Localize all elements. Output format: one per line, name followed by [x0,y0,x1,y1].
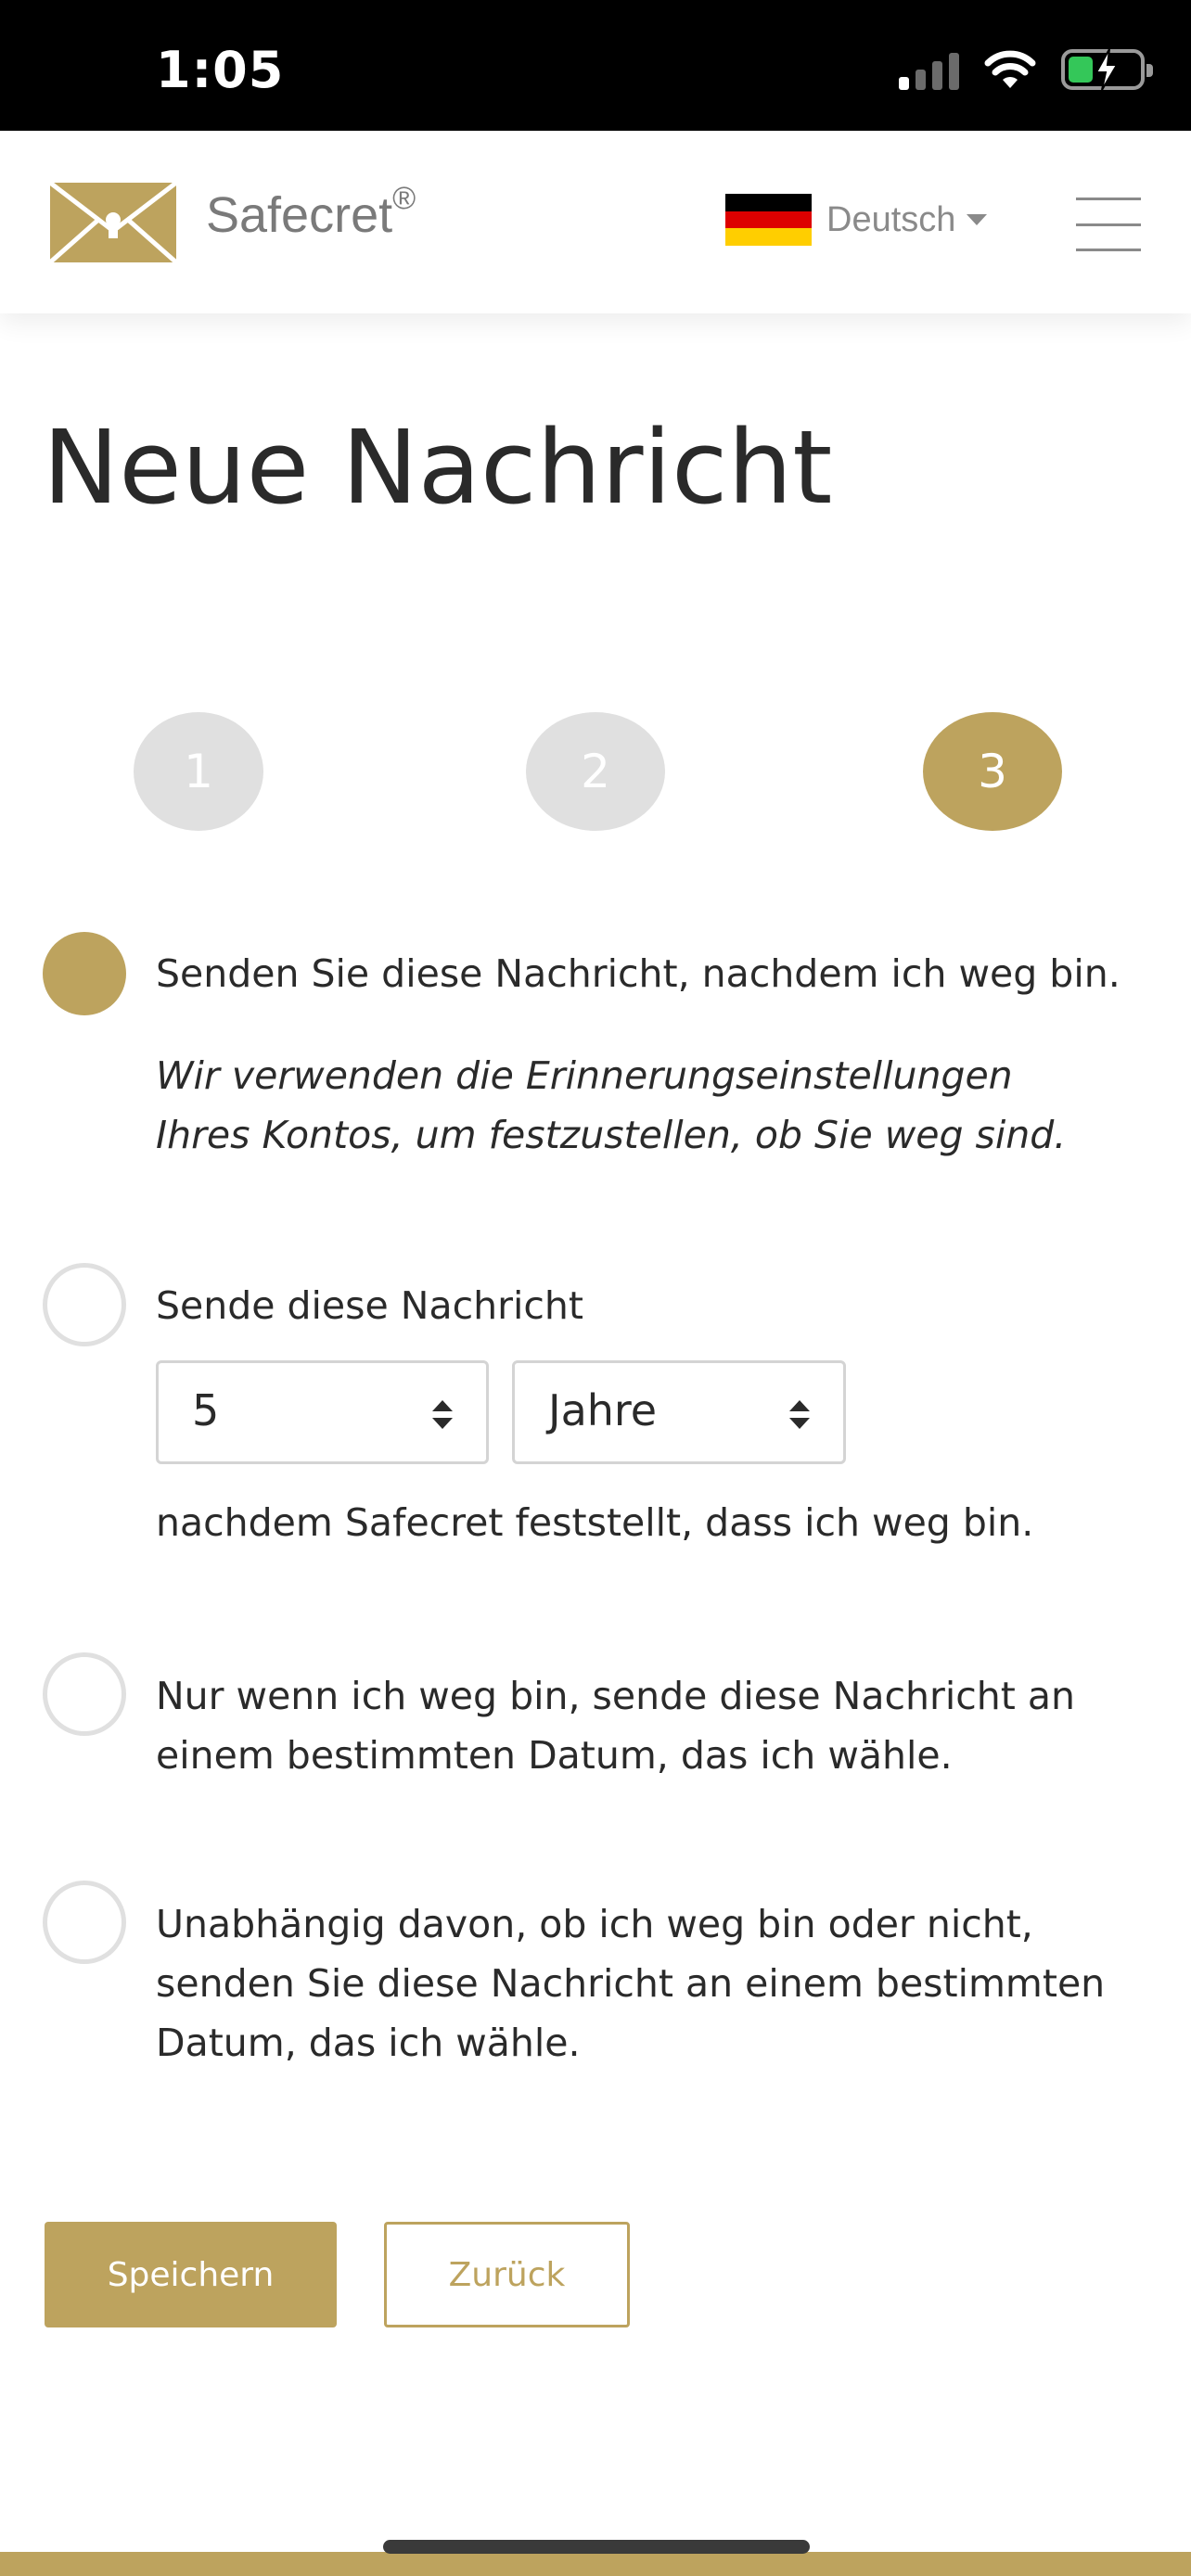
status-icons [899,46,1153,93]
home-indicator[interactable] [383,2540,810,2554]
site-header: Safecret® Deutsch [0,131,1191,313]
select-arrows-icon [789,1400,810,1430]
caret-down-icon [967,214,988,225]
registered-mark: ® [392,181,416,216]
footer-accent-bar [0,2552,1191,2576]
step-2[interactable]: 2 [526,712,665,831]
radio-date-always[interactable] [43,1881,126,1964]
language-selector[interactable]: Deutsch [725,194,988,247]
language-label: Deutsch [826,199,956,239]
option-line3: Datum, das ich wähle. [156,2021,581,2065]
option-line1: Nur wenn ich weg bin, sende diese Nachri… [156,1674,1075,1718]
delay-amount-select[interactable]: 5 [156,1360,489,1464]
envelope-logo-icon[interactable] [50,183,176,262]
charging-bolt-icon [1095,48,1119,91]
select-arrows-icon [432,1400,453,1430]
cellular-signal-icon [899,49,959,90]
battery-icon [1061,48,1153,91]
radio-send-after-gone[interactable] [43,932,126,1015]
save-button[interactable]: Speichern [45,2222,337,2327]
option-send-after-gone[interactable]: Senden Sie diese Nachricht, nachdem ich … [43,932,1156,1173]
option-note-line1: Wir verwenden die Erinnerungseinstellung… [156,1053,1013,1098]
brand-text: Safecret [206,187,393,243]
radio-date-if-gone[interactable] [43,1652,126,1736]
hamburger-menu-icon[interactable] [1076,198,1141,251]
option-note-line2: Ihres Kontos, um festzustellen, ob Sie w… [156,1113,1067,1157]
option-date-if-gone[interactable]: Nur wenn ich weg bin, sende diese Nachri… [43,1652,1156,1792]
page-title: Neue Nachricht [43,408,833,527]
step-3[interactable]: 3 [923,712,1062,831]
option-date-always[interactable]: Unabhängig davon, ob ich weg bin oder ni… [43,1881,1156,2075]
option-label: Sende diese Nachricht [156,1283,583,1328]
step-1-label: 1 [184,745,213,798]
status-bar: 1:05 [0,0,1191,131]
status-time: 1:05 [156,41,285,99]
step-2-label: 2 [581,745,610,798]
delay-suffix-text: nachdem Safecret feststellt, dass ich we… [156,1500,1034,1545]
brand-name[interactable]: Safecret® [206,181,416,244]
option-line2: senden Sie diese Nachricht an einem best… [156,1961,1106,2006]
step-3-label: 3 [978,745,1007,798]
radio-send-delayed[interactable] [43,1263,126,1346]
option-label: Senden Sie diese Nachricht, nachdem ich … [156,951,1121,996]
option-line2: einem bestimmten Datum, das ich wähle. [156,1733,953,1778]
wifi-icon [984,50,1036,88]
option-line1: Unabhängig davon, ob ich weg bin oder ni… [156,1902,1033,1946]
delay-amount-value: 5 [192,1385,220,1435]
back-button[interactable]: Zurück [384,2222,630,2327]
germany-flag-icon [725,194,812,247]
delay-unit-value: Jahre [548,1385,658,1435]
delay-unit-select[interactable]: Jahre [512,1360,846,1464]
step-1[interactable]: 1 [134,712,263,831]
